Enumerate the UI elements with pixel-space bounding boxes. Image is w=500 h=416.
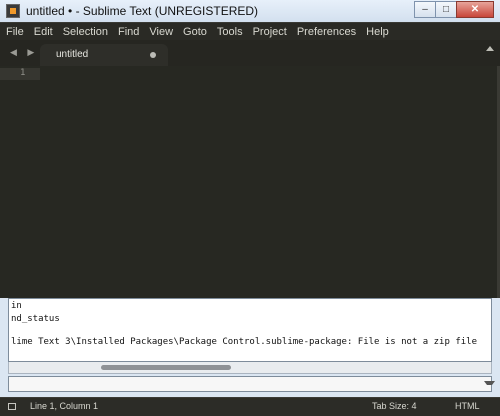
modified-dot-icon[interactable]: [150, 52, 156, 58]
window-controls: – □ ✕: [414, 1, 494, 19]
tab-nav-arrows-icon[interactable]: ◀ ▶: [10, 47, 38, 58]
menu-goto[interactable]: Goto: [179, 24, 211, 40]
app-window: untitled • - Sublime Text (UNREGISTERED)…: [0, 0, 500, 416]
menu-selection[interactable]: Selection: [59, 24, 112, 40]
close-button[interactable]: ✕: [456, 1, 494, 18]
tab-label: untitled: [56, 49, 89, 60]
menu-find[interactable]: Find: [114, 24, 143, 40]
syntax-indicator[interactable]: HTML: [455, 401, 480, 411]
menu-project[interactable]: Project: [249, 24, 291, 40]
status-bar: Line 1, Column 1 Tab Size: 4 HTML: [0, 397, 500, 416]
menu-bar: File Edit Selection Find View Goto Tools…: [0, 22, 500, 41]
menu-edit[interactable]: Edit: [30, 24, 57, 40]
sublime-app-icon[interactable]: [6, 4, 20, 18]
panel-toggle-icon[interactable]: [8, 403, 16, 410]
tab-untitled[interactable]: untitled: [40, 44, 168, 66]
console-line: nd_status: [11, 314, 60, 324]
tab-size-indicator[interactable]: Tab Size: 4: [372, 401, 417, 411]
maximize-button[interactable]: □: [435, 1, 457, 18]
minimize-button[interactable]: –: [414, 1, 436, 18]
console-horizontal-scrollbar[interactable]: [8, 362, 492, 374]
menu-view[interactable]: View: [145, 24, 177, 40]
editor-area[interactable]: 1: [0, 66, 500, 298]
console-line: in: [11, 301, 22, 311]
console-line: lime Text 3\Installed Packages\Package C…: [11, 337, 477, 347]
console-input[interactable]: [8, 376, 492, 392]
tab-bar: ◀ ▶ untitled: [0, 40, 500, 66]
dropdown-arrow-icon[interactable]: [484, 381, 495, 385]
console-output[interactable]: in nd_status lime Text 3\Installed Packa…: [8, 298, 492, 362]
menu-file[interactable]: File: [2, 24, 28, 40]
scrollbar-thumb[interactable]: [101, 365, 231, 370]
window-title: untitled • - Sublime Text (UNREGISTERED): [26, 4, 259, 18]
title-bar[interactable]: untitled • - Sublime Text (UNREGISTERED)…: [0, 0, 500, 22]
menu-help[interactable]: Help: [362, 24, 393, 40]
line-number: 1: [20, 68, 26, 78]
menu-preferences[interactable]: Preferences: [293, 24, 360, 40]
cursor-position: Line 1, Column 1: [30, 401, 99, 411]
menu-tools[interactable]: Tools: [213, 24, 247, 40]
tab-overflow-menu-icon[interactable]: [484, 46, 494, 58]
